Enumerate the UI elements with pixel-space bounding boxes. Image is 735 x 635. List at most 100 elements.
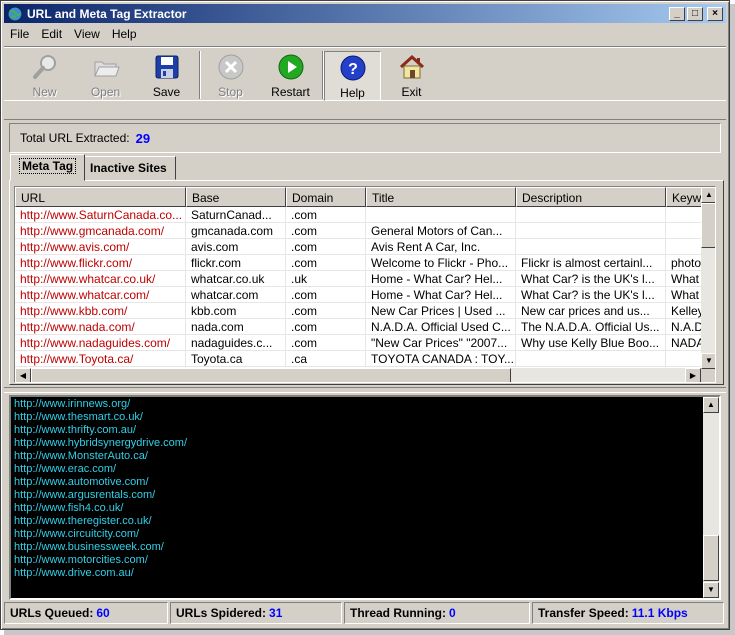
menu-view[interactable]: View [68,25,106,44]
total-panel: Total URL Extracted: 29 [9,123,721,153]
scroll-down-arrow-icon[interactable]: ▼ [703,582,719,598]
cell-domain: .com [286,335,366,351]
cell-url: http://www.kbb.com/ [15,303,186,319]
cell-base: Toyota.ca [186,351,286,367]
open-button[interactable]: Open [77,51,134,101]
table-row[interactable]: http://www.gmcanada.com/gmcanada.com .com… [15,223,701,239]
tab-meta-tag[interactable]: Meta Tag [10,154,86,181]
cell-title: Home - What Car? Hel... [366,287,516,303]
close-button[interactable]: × [707,6,723,21]
exit-button[interactable]: Exit [383,51,440,101]
cell-base: avis.com [186,239,286,255]
log-vertical-scrollbar[interactable]: ▲ ▼ [703,397,719,598]
table-row[interactable]: http://www.whatcar.com/whatcar.com .com Ho… [15,287,701,303]
cell-description: The N.A.D.A. Official Us... [516,319,666,335]
cell-title: Welcome to Flickr - Pho... [366,255,516,271]
cell-keywords: Kelley [666,303,701,319]
cell-url: http://www.gmcanada.com/ [15,223,186,239]
restart-button[interactable]: Restart [262,51,319,101]
save-button[interactable]: Save [138,51,195,101]
cell-description [516,223,666,239]
cell-description: What Car? is the UK's l... [516,287,666,303]
horizontal-scroll-thumb[interactable] [31,368,511,382]
cell-description: What Car? is the UK's l... [516,271,666,287]
column-header-title[interactable]: Title [366,187,516,207]
table-row[interactable]: http://www.flickr.com/flickr.com .com Welc… [15,255,701,271]
cell-keywords: N.A.D [666,319,701,335]
table-row[interactable]: http://www.kbb.com/kbb.com .com New Car Pr… [15,303,701,319]
log-line: http://www.drive.com.au/ [14,567,134,579]
toolbar-separator [199,51,201,99]
cell-keywords [666,207,701,223]
title-bar[interactable]: URL and Meta Tag Extractor _ □ × [4,4,726,23]
scroll-thumb[interactable] [701,203,715,248]
cell-domain: .com [286,303,366,319]
cell-base: nadaguides.c... [186,335,286,351]
cell-title: "New Car Prices" "2007... [366,335,516,351]
stop-button[interactable]: Stop [202,51,259,101]
log-line: http://www.businessweek.com/ [14,541,164,553]
table-body: http://www.SaturnCanada.co... SaturnCanad… [15,207,701,367]
cell-keywords: NADA [666,335,701,351]
column-header-base[interactable]: Base [186,187,286,207]
status-bar: URLs Queued: 60 URLs Spidered: 31 Thread R… [4,602,726,626]
new-button[interactable]: New [16,51,73,101]
meta-tag-table: URL Base Domain Title Description Keyw h… [14,186,716,383]
cell-description: Why use Kelly Blue Boo... [516,335,666,351]
cell-base: SaturnCanad... [186,207,286,223]
cell-description: Flickr is almost certainl... [516,255,666,271]
status-urls-queued: URLs Queued: 60 [4,602,168,624]
log-line: http://www.irinnews.org/ [14,398,131,410]
menu-file[interactable]: File [4,25,35,44]
status-urls-spidered: URLs Spidered: 31 [170,602,342,624]
cell-domain: .uk [286,271,366,287]
toolbar: New Open Save Stop Restart ? Help Exit [4,46,726,101]
table-row[interactable]: http://www.Toyota.ca/Toyota.ca .ca TOYOTA … [15,351,701,367]
scroll-up-arrow-icon[interactable]: ▲ [701,187,715,203]
log-line: http://www.fish4.co.uk/ [14,502,124,514]
table-row[interactable]: http://www.SaturnCanada.co... SaturnCanad… [15,207,701,223]
scroll-up-arrow-icon[interactable]: ▲ [703,397,719,413]
cell-title [366,207,516,223]
window-title: URL and Meta Tag Extractor [27,6,187,21]
log-line: http://www.thesmart.co.uk/ [14,411,143,423]
cell-url: http://www.avis.com/ [15,239,186,255]
scroll-left-arrow-icon[interactable]: ◀ [15,368,31,382]
crawl-log: http://www.irinnews.org/http://www.thesm… [9,395,721,600]
menu-edit[interactable]: Edit [35,25,68,44]
cell-title: TOYOTA CANADA : TOY... [366,351,516,367]
table-row[interactable]: http://www.nadaguides.com/nadaguides.c..… [15,335,701,351]
column-header-domain[interactable]: Domain [286,187,366,207]
log-lines: http://www.irinnews.org/http://www.thesm… [14,398,704,580]
cell-url: http://www.Toyota.ca/ [15,351,186,367]
status-transfer-speed: Transfer Speed: 11.1 Kbps [532,602,724,624]
column-header-keywords[interactable]: Keyw [666,187,701,207]
minimize-button[interactable]: _ [669,6,685,21]
table-vertical-scrollbar[interactable]: ▲ ▼ [701,187,715,369]
folder-icon [92,53,120,81]
help-button[interactable]: ? Help [324,51,381,101]
total-value: 29 [135,130,151,146]
splitter[interactable] [4,387,726,393]
table-row[interactable]: http://www.avis.com/avis.com .com Avis Ren… [15,239,701,255]
table-row[interactable]: http://www.whatcar.co.uk/whatcar.co.uk .u… [15,271,701,287]
svg-text:?: ? [348,61,358,78]
status-threads-running: Thread Running: 0 [344,602,530,624]
scroll-right-arrow-icon[interactable]: ▶ [685,368,701,382]
menu-help[interactable]: Help [106,25,143,44]
column-header-description[interactable]: Description [516,187,666,207]
scroll-down-arrow-icon[interactable]: ▼ [701,353,715,369]
log-line: http://www.hybridsynergydrive.com/ [14,437,188,449]
cell-domain: .com [286,287,366,303]
log-line: http://www.erac.com/ [14,463,117,475]
table-horizontal-scrollbar[interactable]: ◀ ▶ [15,368,701,382]
maximize-button[interactable]: □ [687,6,703,21]
log-scroll-thumb[interactable] [703,535,719,581]
column-header-url[interactable]: URL [15,187,186,207]
log-line: http://www.MonsterAuto.ca/ [14,450,148,462]
cell-description [516,207,666,223]
cell-keywords [666,351,701,367]
cell-keywords [666,223,701,239]
tab-inactive-sites[interactable]: Inactive Sites [81,156,176,180]
table-row[interactable]: http://www.nada.com/nada.com .com N.A.D.A.… [15,319,701,335]
